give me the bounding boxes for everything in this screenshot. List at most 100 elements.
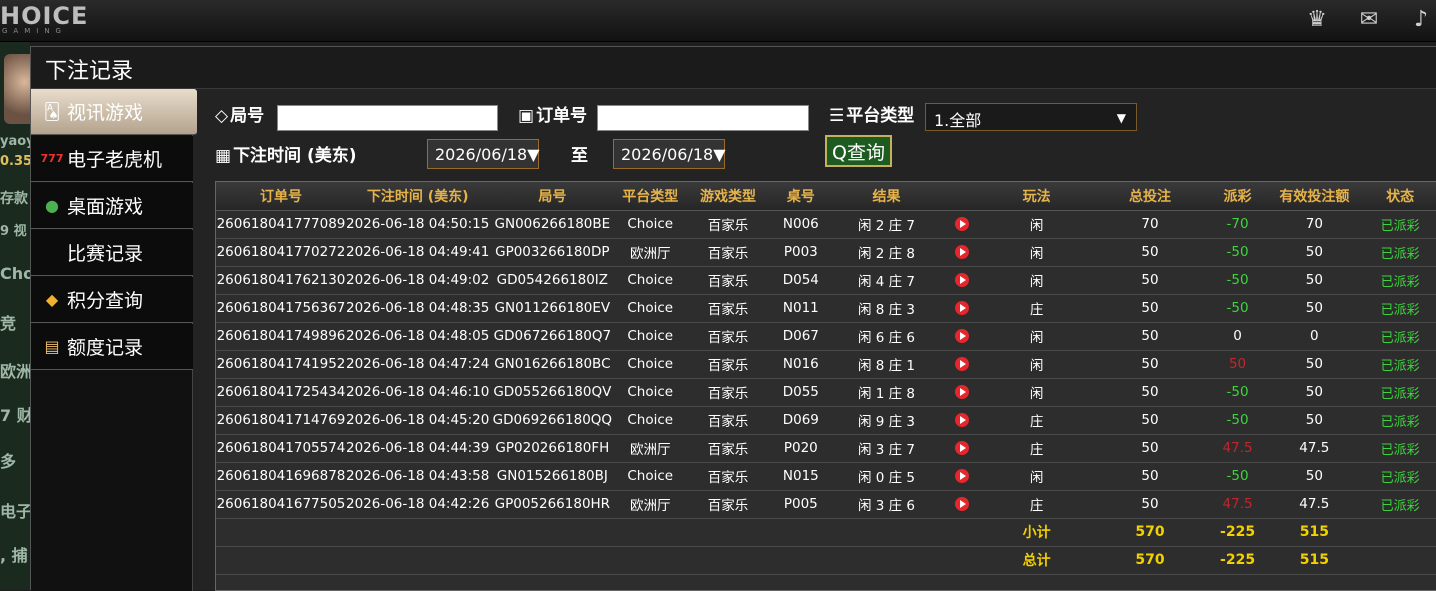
cell-platform: 欧洲厅 [615,434,686,463]
cell-total-bet: 70 [1091,210,1209,239]
play-replay-icon[interactable] [955,385,970,399]
play-replay-icon[interactable] [955,413,970,427]
cell-order-id: 260618041705574 [216,434,346,463]
bet-records-table: 订单号 下注时间 (美东) 局号 平台类型 游戏类型 桌号 结果 玩法 总投注 … [215,181,1436,591]
column-header: 状态 [1362,182,1436,211]
cell-round-id: GN016266180BC [489,350,616,379]
cell-valid-bet: 50 [1266,406,1363,435]
cell-game-type: 百家乐 [685,378,771,407]
cell-valid-bet: 70 [1266,210,1363,239]
round-label: ◇ 局号 [215,106,265,126]
cell-replay[interactable] [942,266,983,295]
cell-valid-bet: 50 [1266,350,1363,379]
cell-order-id: 260618041696878 [216,462,346,491]
time-label: ▦ 下注时间 (美东) [215,146,357,166]
cell-total-bet: 50 [1091,490,1209,519]
cell-replay[interactable] [942,210,983,239]
cell-replay[interactable] [942,378,983,407]
cell-game-type: 百家乐 [685,322,771,351]
sidebar-item-label: 电子老虎机 [67,149,163,171]
cell-bet-time: 2026-06-18 04:49:41 [345,238,490,267]
cell-round-id: GD055266180QV [489,378,616,407]
cell-bet-time: 2026-06-18 04:45:20 [345,406,490,435]
play-replay-icon[interactable] [955,273,970,287]
music-icon[interactable]: ♪ [1406,6,1436,34]
round-input[interactable] [277,105,498,131]
background-text: 0.35 [0,154,30,169]
cell-bet-type: 闲 [982,462,1092,491]
cell-replay[interactable] [942,434,983,463]
cell-table-no: D067 [770,322,831,351]
total-total-bet: 570 [1091,546,1209,575]
cell-replay[interactable] [942,490,983,519]
chevron-down-icon: ▼ [1116,111,1126,125]
cell-replay[interactable] [942,462,983,491]
play-replay-icon[interactable] [955,217,970,231]
cell-order-id: 260618041762130 [216,266,346,295]
cell-payout: -70 [1208,210,1267,239]
date-from-value: 2026/06/18 [435,145,528,164]
background-text: 存款 [0,191,28,207]
platform-select[interactable]: 1.全部 ▼ [925,103,1137,131]
cell-status: 已派彩 [1362,322,1436,351]
total-row: 总计 570 -225 515 [216,546,1436,575]
cell-replay[interactable] [942,406,983,435]
cell-payout: 47.5 [1208,490,1267,519]
play-replay-icon[interactable] [955,357,970,371]
cell-replay[interactable] [942,322,983,351]
column-header: 游戏类型 [685,182,771,211]
play-replay-icon[interactable] [955,497,970,511]
sidebar-item-table-games[interactable]: ● 桌面游戏 [31,183,193,229]
query-button[interactable]: Q查询 [825,135,892,167]
play-replay-icon[interactable] [955,469,970,483]
cell-platform: Choice [615,322,686,351]
cell-platform: Choice [615,266,686,295]
subtotal-payout: -225 [1208,518,1267,547]
cell-replay[interactable] [942,294,983,323]
document-icon: ▤ [44,337,60,356]
order-input[interactable] [597,105,809,131]
cell-status: 已派彩 [1362,350,1436,379]
sidebar-item-points[interactable]: ◆ 积分查询 [31,277,193,323]
cell-table-no: N011 [770,294,831,323]
sidebar-item-slots[interactable]: 777 电子老虎机 [31,136,193,182]
cell-platform: 欧洲厅 [615,238,686,267]
calendar-icon: ▦ [215,146,232,166]
background-text: 7 财 [0,406,30,425]
sidebar-item-credit-records[interactable]: ▤ 额度记录 [31,324,193,370]
table-row: 260618041714769 2026-06-18 04:45:20 GD0692… [216,406,1436,435]
subtotal-total-bet: 570 [1091,518,1209,547]
chat-icon[interactable]: ✉ [1354,6,1384,34]
background-text: yaoy [0,134,30,149]
cell-platform: Choice [615,378,686,407]
play-replay-icon[interactable] [955,245,970,259]
bet-record-modal: 下注记录 🂡 视讯游戏 777 电子老虎机 ● 桌面游戏 比赛记录 ◆ 积分查询… [30,46,1436,591]
cell-replay[interactable] [942,350,983,379]
play-replay-icon[interactable] [955,441,970,455]
cell-replay[interactable] [942,238,983,267]
cell-platform: Choice [615,210,686,239]
play-replay-icon[interactable] [955,301,970,315]
date-to-picker[interactable]: 2026/06/18▼ [613,139,726,169]
cell-valid-bet: 50 [1266,266,1363,295]
vip-icon[interactable]: ♛ [1302,6,1332,34]
cell-result: 闲 6 庄 6 [830,322,943,351]
record-sidebar: 🂡 视讯游戏 777 电子老虎机 ● 桌面游戏 比赛记录 ◆ 积分查询 ▤ 额度… [31,89,197,591]
search-icon: Q [832,142,847,164]
sidebar-item-label: 视讯游戏 [67,102,144,124]
cell-game-type: 百家乐 [685,434,771,463]
sidebar-item-match-records[interactable]: 比赛记录 [31,230,193,276]
sidebar-item-live-games[interactable]: 🂡 视讯游戏 [31,89,197,135]
cell-valid-bet: 50 [1266,294,1363,323]
play-replay-icon[interactable] [955,329,970,343]
tag-icon: ◇ [215,106,229,126]
date-from-picker[interactable]: 2026/06/18▼ [427,139,540,169]
query-button-label: 查询 [846,142,885,164]
background-text: 欧洲 [0,362,30,381]
table-row: 260618041762130 2026-06-18 04:49:02 GD0542… [216,266,1436,295]
cell-round-id: GD069266180QQ [489,406,616,435]
table-header-row: 订单号 下注时间 (美东) 局号 平台类型 游戏类型 桌号 结果 玩法 总投注 … [216,182,1436,211]
app-logo[interactable]: HOICE [0,2,88,30]
cell-bet-type: 闲 [982,350,1092,379]
cell-table-no: D054 [770,266,831,295]
